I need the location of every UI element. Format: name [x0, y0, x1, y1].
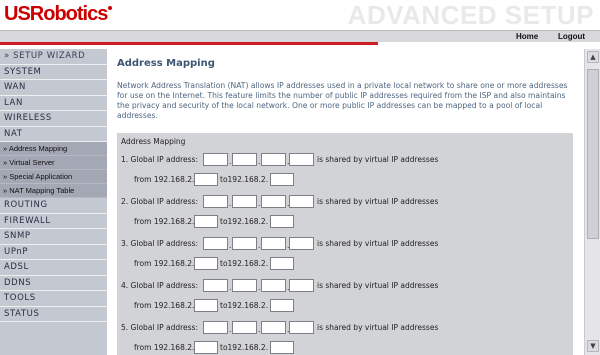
vertical-scrollbar[interactable]: ▲ ▼ — [584, 49, 600, 355]
to-label: to192.168.2. — [220, 343, 269, 352]
sidebar: » SETUP WIZARD SYSTEM WAN LAN WIRELESS N… — [0, 49, 107, 355]
sidebar-item-system[interactable]: SYSTEM — [0, 64, 107, 80]
shared-label: is shared by virtual IP addresses — [317, 239, 439, 248]
shared-label: is shared by virtual IP addresses — [317, 197, 439, 206]
page-title: Address Mapping — [117, 58, 215, 69]
sidebar-item-wan[interactable]: WAN — [0, 80, 107, 96]
to-label: to192.168.2. — [220, 301, 269, 310]
global-ip-octet-input[interactable] — [203, 153, 228, 166]
row-number: 1. — [121, 155, 129, 164]
header: USRobotics ADVANCED SETUP — [0, 0, 600, 30]
submenu-item-address-mapping[interactable]: » Address Mapping — [0, 142, 107, 156]
global-ip-text: Global IP address: — [130, 197, 198, 206]
global-ip-octet-input[interactable] — [261, 321, 286, 334]
global-ip-octet-input[interactable] — [289, 195, 314, 208]
main-content: Address Mapping Network Address Translat… — [117, 58, 573, 121]
submenu-item-nat-mapping-table[interactable]: » NAT Mapping Table — [0, 184, 107, 198]
submenu-item-special-application[interactable]: » Special Application — [0, 170, 107, 184]
global-ip-octet-input[interactable] — [261, 279, 286, 292]
usrobotics-logo: USRobotics — [4, 3, 113, 26]
global-ip-octet-input[interactable] — [289, 237, 314, 250]
global-ip-octet-input[interactable] — [203, 279, 228, 292]
sidebar-item-firewall[interactable]: FIREWALL — [0, 213, 107, 229]
logout-link[interactable]: Logout — [558, 32, 585, 41]
global-ip-label: 5. Global IP address: — [121, 323, 198, 332]
sidebar-item-upnp[interactable]: UPnP — [0, 244, 107, 260]
sidebar-item-wireless[interactable]: WIRELESS — [0, 111, 107, 127]
global-ip-octet-input[interactable] — [261, 195, 286, 208]
from-label: from 192.168.2. — [134, 343, 195, 352]
row-number: 2. — [121, 197, 129, 206]
global-ip-octet-input[interactable] — [261, 153, 286, 166]
row-number: 5. — [121, 323, 129, 332]
from-label: from 192.168.2. — [134, 301, 195, 310]
global-ip-octet-input[interactable] — [203, 237, 228, 250]
scroll-up-icon[interactable]: ▲ — [587, 51, 599, 63]
global-ip-octet-input[interactable] — [232, 153, 257, 166]
logo-dot-icon — [108, 6, 113, 10]
scroll-down-icon[interactable]: ▼ — [587, 340, 599, 352]
global-ip-text: Global IP address: — [130, 323, 198, 332]
to-ip-input[interactable] — [270, 257, 294, 270]
sidebar-item-tools[interactable]: TOOLS — [0, 291, 107, 307]
global-ip-octet-input[interactable] — [289, 279, 314, 292]
global-ip-octet-input[interactable] — [232, 237, 257, 250]
address-mapping-panel: Address Mapping 1. Global IP address:...… — [117, 133, 573, 355]
sidebar-item-ddns[interactable]: DDNS — [0, 275, 107, 291]
to-ip-input[interactable] — [270, 341, 294, 354]
global-ip-label: 2. Global IP address: — [121, 197, 198, 206]
to-ip-input[interactable] — [270, 173, 294, 186]
sidebar-item-setup-wizard[interactable]: » SETUP WIZARD — [0, 49, 107, 65]
global-ip-octet-input[interactable] — [232, 279, 257, 292]
from-ip-input[interactable] — [194, 215, 218, 228]
nat-submenu: » Address Mapping » Virtual Server » Spe… — [0, 142, 107, 198]
global-ip-text: Global IP address: — [130, 281, 198, 290]
row-number: 3. — [121, 239, 129, 248]
sidebar-item-nat[interactable]: NAT — [0, 126, 107, 142]
shared-label: is shared by virtual IP addresses — [317, 323, 439, 332]
to-label: to192.168.2. — [220, 259, 269, 268]
from-label: from 192.168.2. — [134, 175, 195, 184]
global-ip-octet-input[interactable] — [289, 153, 314, 166]
from-label: from 192.168.2. — [134, 217, 195, 226]
global-ip-octet-input[interactable] — [289, 321, 314, 334]
home-link[interactable]: Home — [516, 32, 538, 41]
row-number: 4. — [121, 281, 129, 290]
top-nav-bar — [0, 30, 600, 42]
panel-heading: Address Mapping — [121, 137, 186, 146]
to-ip-input[interactable] — [270, 299, 294, 312]
page-description: Network Address Translation (NAT) allows… — [117, 81, 568, 120]
from-ip-input[interactable] — [194, 299, 218, 312]
global-ip-text: Global IP address: — [130, 155, 198, 164]
from-ip-input[interactable] — [194, 173, 218, 186]
global-ip-octet-input[interactable] — [203, 195, 228, 208]
shared-label: is shared by virtual IP addresses — [317, 281, 439, 290]
sidebar-item-adsl[interactable]: ADSL — [0, 260, 107, 276]
global-ip-label: 3. Global IP address: — [121, 239, 198, 248]
section-title: ADVANCED SETUP — [347, 0, 594, 30]
sidebar-item-status[interactable]: STATUS — [0, 306, 107, 322]
to-label: to192.168.2. — [220, 175, 269, 184]
sidebar-item-snmp[interactable]: SNMP — [0, 229, 107, 245]
to-label: to192.168.2. — [220, 217, 269, 226]
from-ip-input[interactable] — [194, 341, 218, 354]
sidebar-item-lan[interactable]: LAN — [0, 95, 107, 111]
submenu-item-virtual-server[interactable]: » Virtual Server — [0, 156, 107, 170]
global-ip-label: 1. Global IP address: — [121, 155, 198, 164]
from-ip-input[interactable] — [194, 257, 218, 270]
red-divider — [0, 42, 378, 45]
scroll-thumb[interactable] — [587, 69, 599, 239]
global-ip-octet-input[interactable] — [203, 321, 228, 334]
global-ip-octet-input[interactable] — [232, 321, 257, 334]
global-ip-octet-input[interactable] — [232, 195, 257, 208]
from-label: from 192.168.2. — [134, 259, 195, 268]
sidebar-item-routing[interactable]: ROUTING — [0, 198, 107, 214]
to-ip-input[interactable] — [270, 215, 294, 228]
shared-label: is shared by virtual IP addresses — [317, 155, 439, 164]
global-ip-label: 4. Global IP address: — [121, 281, 198, 290]
global-ip-text: Global IP address: — [130, 239, 198, 248]
global-ip-octet-input[interactable] — [261, 237, 286, 250]
